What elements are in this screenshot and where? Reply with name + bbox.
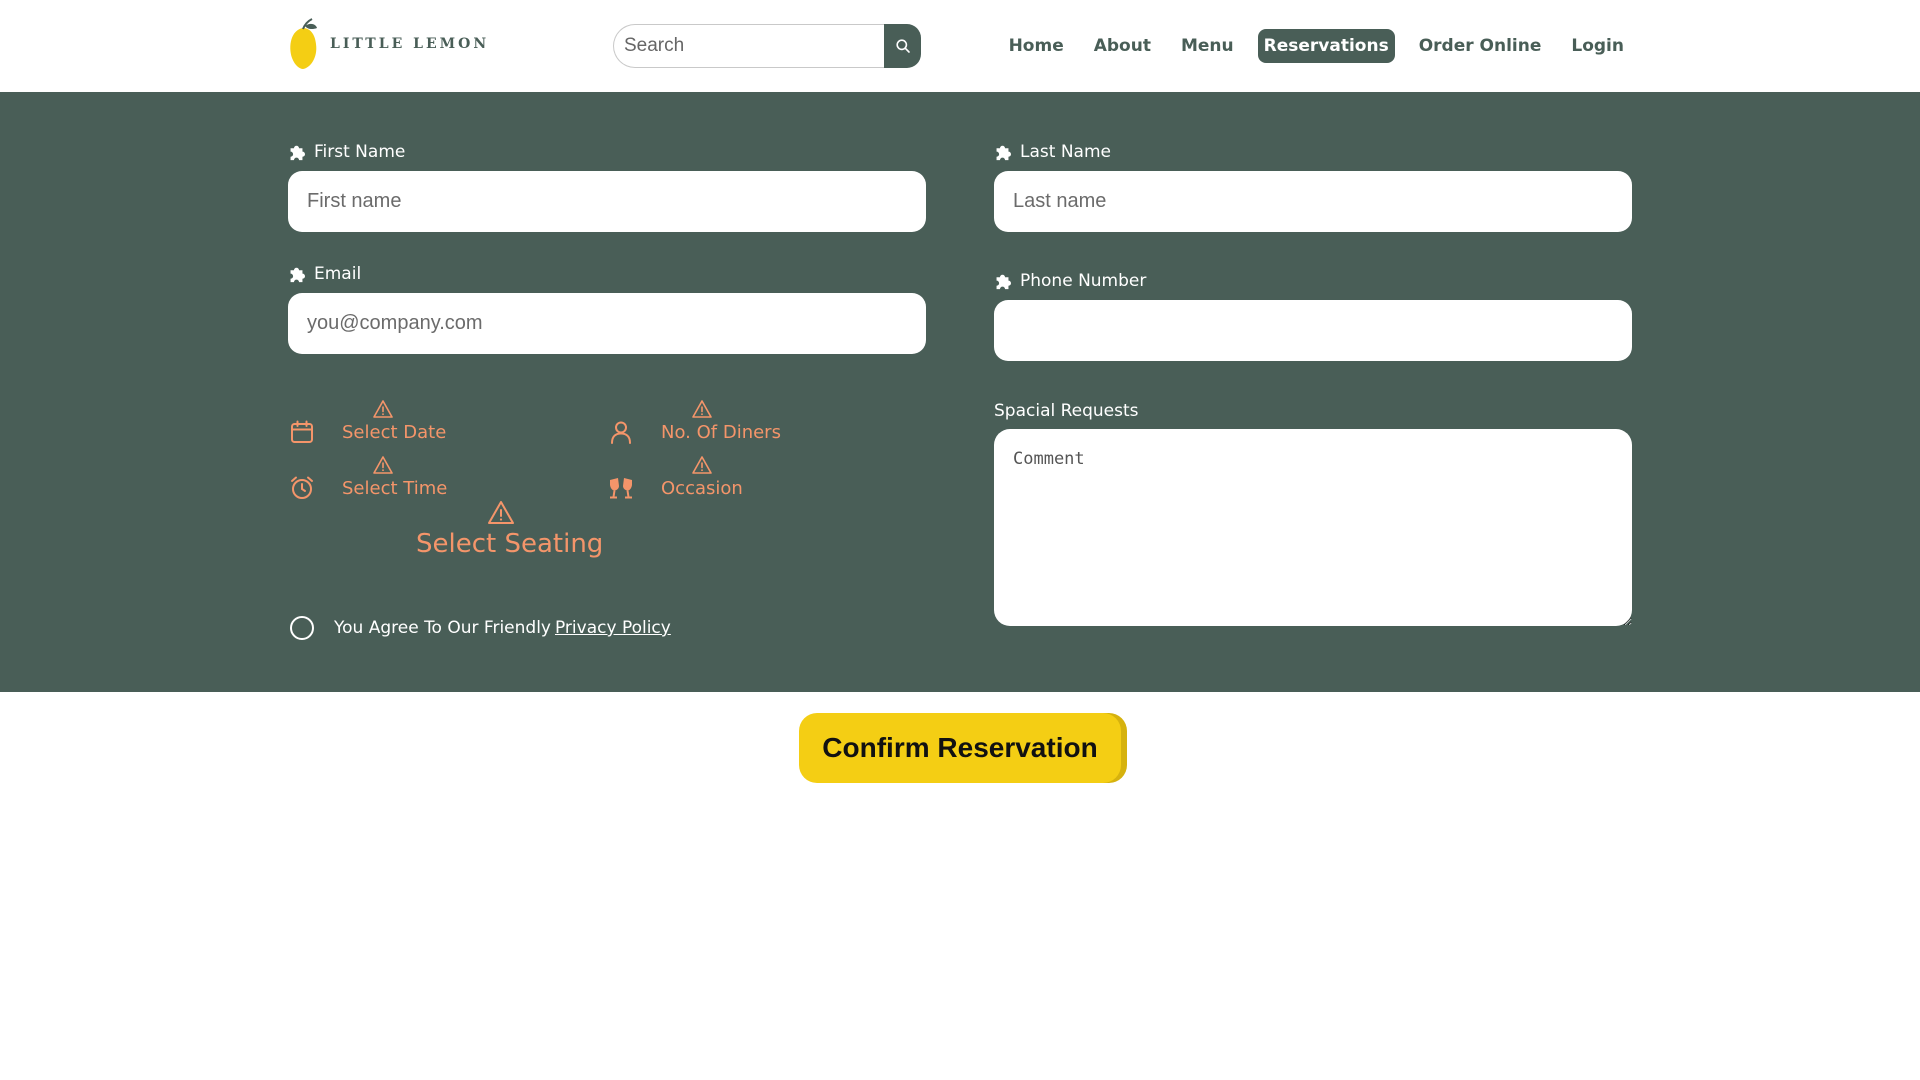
puzzle-icon bbox=[290, 267, 305, 282]
search-icon bbox=[895, 39, 910, 53]
first-name-field[interactable] bbox=[288, 171, 926, 232]
last-name-label-text: Last Name bbox=[1020, 142, 1111, 162]
select-date-button[interactable]: Select Date bbox=[342, 422, 446, 443]
search-button[interactable] bbox=[884, 24, 921, 68]
warning-icon bbox=[692, 456, 712, 474]
confirm-reservation-button[interactable]: Confirm Reservation bbox=[799, 713, 1121, 783]
nav-home[interactable]: Home bbox=[1003, 29, 1070, 63]
search-bar bbox=[613, 24, 921, 68]
no-of-diners-button[interactable]: No. Of Diners bbox=[661, 422, 781, 443]
warning-icon bbox=[488, 501, 514, 524]
first-name-label-text: First Name bbox=[314, 142, 406, 162]
phone-label-text: Phone Number bbox=[1020, 271, 1147, 291]
lemon-logo-icon bbox=[290, 18, 317, 69]
privacy-policy-link[interactable]: Privacy Policy bbox=[555, 618, 671, 638]
select-time-button[interactable]: Select Time bbox=[342, 478, 447, 499]
wine-glasses-icon[interactable] bbox=[606, 475, 636, 501]
last-name-field[interactable] bbox=[994, 171, 1632, 232]
select-seating-button[interactable]: Select Seating bbox=[416, 529, 603, 559]
puzzle-icon bbox=[996, 274, 1011, 289]
special-requests-label: Spacial Requests bbox=[994, 401, 1139, 421]
calendar-icon[interactable] bbox=[289, 419, 315, 445]
email-label-text: Email bbox=[314, 264, 362, 284]
warning-icon bbox=[373, 456, 393, 474]
nav-reservations[interactable]: Reservations bbox=[1257, 29, 1395, 63]
brand-logo[interactable]: LITTLE LEMON bbox=[286, 18, 489, 70]
warning-icon bbox=[692, 400, 712, 418]
main-nav: Home About Menu Reservations Order Onlin… bbox=[1003, 29, 1630, 63]
puzzle-icon bbox=[290, 145, 305, 160]
warning-icon bbox=[373, 400, 393, 418]
last-name-label: Last Name bbox=[994, 142, 1111, 162]
privacy-agreement: You Agree To Our Friendly Privacy Policy bbox=[290, 616, 671, 640]
nav-order-online[interactable]: Order Online bbox=[1413, 29, 1548, 63]
special-requests-field[interactable] bbox=[994, 429, 1632, 626]
brand-name: LITTLE LEMON bbox=[330, 36, 490, 52]
nav-about[interactable]: About bbox=[1088, 29, 1157, 63]
first-name-label: First Name bbox=[288, 142, 405, 162]
puzzle-icon bbox=[996, 145, 1011, 160]
alarm-clock-icon[interactable] bbox=[289, 475, 315, 501]
site-header: LITTLE LEMON Home About Menu Reservation… bbox=[0, 0, 1920, 92]
user-icon[interactable] bbox=[608, 419, 634, 445]
email-field[interactable] bbox=[288, 293, 926, 354]
email-label: Email bbox=[288, 264, 361, 284]
search-input[interactable] bbox=[613, 24, 884, 68]
agree-text: You Agree To Our Friendly bbox=[334, 618, 551, 638]
agree-radio[interactable] bbox=[290, 616, 314, 640]
phone-label: Phone Number bbox=[994, 271, 1146, 291]
phone-field[interactable] bbox=[994, 300, 1632, 361]
nav-menu[interactable]: Menu bbox=[1175, 29, 1240, 63]
occasion-button[interactable]: Occasion bbox=[661, 478, 743, 499]
nav-login[interactable]: Login bbox=[1565, 29, 1630, 63]
